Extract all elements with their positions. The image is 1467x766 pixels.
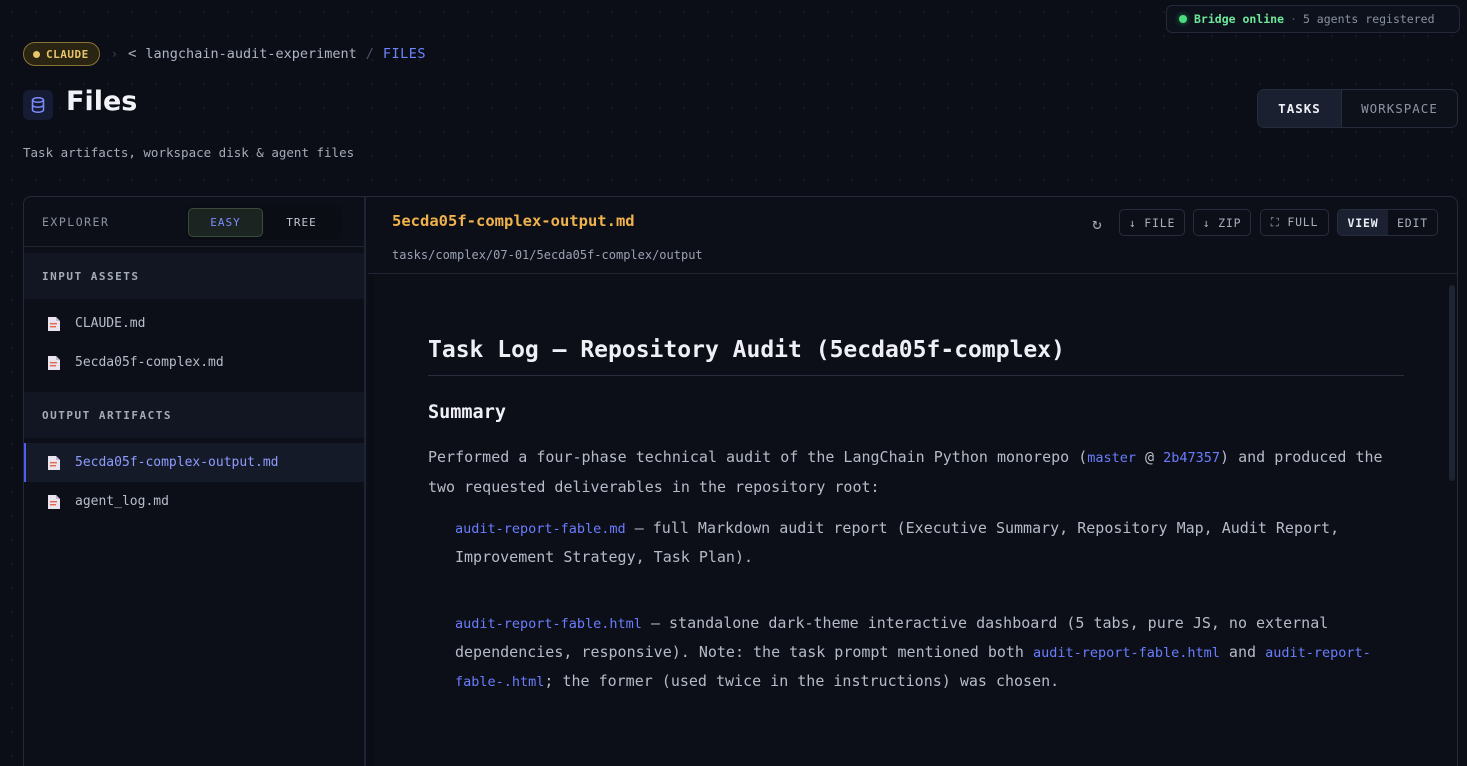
file-item-complex-output-md[interactable]: 5ecda05f-complex-output.md [24, 443, 364, 482]
section-input-assets[interactable]: INPUT ASSETS [24, 253, 364, 299]
audit-md-link[interactable]: audit-report-fable.md [455, 521, 626, 537]
viewer-mode-toggle: VIEW EDIT [1337, 209, 1438, 236]
bridge-status: Bridge online · 5 agents registered [1166, 5, 1460, 33]
doc-heading: Task Log — Repository Audit (5ecda05f-co… [428, 337, 1404, 376]
badge-dot-icon [33, 50, 40, 58]
markdown-preview[interactable]: Task Log — Repository Audit (5ecda05f-co… [368, 274, 1457, 766]
list-item: audit-report-fable.md — full Markdown au… [455, 514, 1404, 571]
mode-easy-button[interactable]: EASY [188, 208, 263, 237]
view-scope-tabs: TASKS WORKSPACE [1257, 89, 1458, 128]
edit-mode-button[interactable]: EDIT [1388, 210, 1437, 235]
section-output-artifacts[interactable]: OUTPUT ARTIFACTS [24, 392, 364, 438]
doc-summary-paragraph: Performed a four-phase technical audit o… [428, 443, 1404, 502]
refresh-icon[interactable]: ↻ [1087, 211, 1107, 235]
mode-tree-button[interactable]: TREE [263, 216, 340, 229]
paragraph-text: Performed a four-phase technical audit o… [428, 448, 1088, 466]
files-panel: EXPLORER EASY TREE INPUT ASSETS CLAUDE.m… [23, 196, 1458, 766]
doc-subheading: Summary [428, 402, 506, 423]
paragraph-text: @ [1136, 448, 1164, 466]
breadcrumb-slash: / [365, 46, 374, 62]
view-mode-button[interactable]: VIEW [1338, 210, 1388, 235]
file-name: agent_log.md [75, 494, 169, 509]
bridge-online-label: Bridge online [1194, 12, 1285, 26]
page-title: Files [66, 86, 138, 117]
download-file-button[interactable]: ↓ FILE [1119, 209, 1185, 236]
breadcrumb-project[interactable]: langchain-audit-experiment [145, 46, 356, 62]
viewer-filename: 5ecda05f-complex-output.md [392, 212, 635, 230]
chevron-right-icon: › [110, 47, 118, 61]
file-item-claude-md[interactable]: CLAUDE.md [24, 304, 364, 343]
file-item-agent-log-md[interactable]: agent_log.md [24, 482, 364, 521]
list-item-text: and [1219, 643, 1266, 661]
file-name: 5ecda05f-complex.md [75, 355, 224, 370]
markdown-document: Task Log — Repository Audit (5ecda05f-co… [428, 337, 1404, 696]
back-arrow-icon[interactable]: < [128, 46, 136, 62]
tab-workspace[interactable]: WORKSPACE [1342, 90, 1457, 127]
document-icon [48, 494, 60, 509]
file-viewer: 5ecda05f-complex-output.md tasks/complex… [368, 197, 1457, 766]
viewer-path: tasks/complex/07-01/5ecda05f-complex/out… [392, 248, 703, 262]
file-name: 5ecda05f-complex-output.md [75, 455, 279, 470]
file-item-complex-md[interactable]: 5ecda05f-complex.md [24, 343, 364, 382]
audit-html-link[interactable]: audit-report-fable.html [455, 616, 642, 632]
online-dot-icon [1179, 15, 1187, 23]
list-item-text: ; the former (used twice in the instruct… [544, 672, 1060, 690]
database-icon [23, 90, 53, 120]
input-assets-list: CLAUDE.md 5ecda05f-complex.md [24, 299, 364, 392]
document-icon [48, 355, 60, 370]
download-zip-button[interactable]: ↓ ZIP [1193, 209, 1251, 236]
audit-html-link-inline[interactable]: audit-report-fable.html [1033, 645, 1220, 661]
explorer-sidebar: EXPLORER EASY TREE INPUT ASSETS CLAUDE.m… [24, 197, 366, 766]
scrollbar-thumb[interactable] [1449, 285, 1455, 481]
status-separator: · [1290, 12, 1297, 26]
document-icon [48, 316, 60, 331]
agent-badge[interactable]: CLAUDE [23, 42, 100, 66]
page-subtitle: Task artifacts, workspace disk & agent f… [23, 145, 355, 160]
commit-link[interactable]: 2b47357 [1163, 450, 1220, 466]
explorer-mode-toggle: EASY TREE [186, 205, 342, 240]
file-name: CLAUDE.md [75, 316, 146, 331]
document-icon [48, 455, 60, 470]
explorer-title: EXPLORER [42, 214, 110, 229]
deliverables-list: audit-report-fable.md — full Markdown au… [428, 514, 1404, 696]
explorer-header: EXPLORER EASY TREE [24, 197, 364, 247]
output-artifacts-list: 5ecda05f-complex-output.md agent_log.md [24, 438, 364, 531]
fullscreen-button[interactable]: ⛶ FULL [1260, 209, 1329, 236]
breadcrumb: CLAUDE › < langchain-audit-experiment / … [23, 42, 426, 66]
breadcrumb-current: FILES [382, 46, 427, 62]
list-item: audit-report-fable.html — standalone dar… [455, 609, 1404, 696]
agents-count-label: 5 agents registered [1302, 12, 1435, 26]
tab-tasks[interactable]: TASKS [1258, 90, 1342, 127]
branch-link[interactable]: master [1087, 450, 1136, 466]
badge-label: CLAUDE [46, 47, 89, 61]
